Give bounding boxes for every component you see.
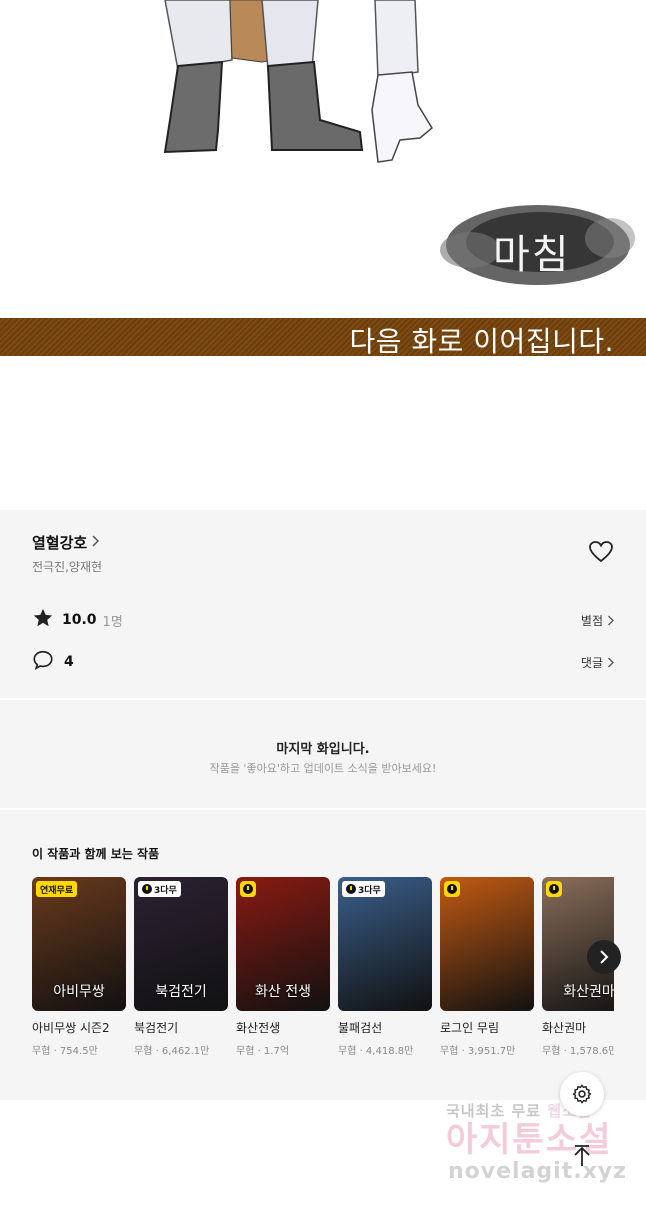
wait-free-badge: 3다무 <box>342 881 385 897</box>
recommendation-title: 불패검선 <box>338 1021 383 1035</box>
wait-free-badge <box>546 881 562 897</box>
watermark: 국내최초 무료 웹소설 아지툰소설 novelagit.xyz <box>430 1100 640 1184</box>
recommendation-cover: 3다무북검전기 <box>134 877 228 1011</box>
next-episode-banner: 다음 화로 이어집니다. <box>0 318 646 358</box>
watermark-line1: 국내최초 무료 <box>446 1102 542 1120</box>
cover-title: 화산권마 <box>563 984 614 1000</box>
recommendation-cover <box>440 877 534 1011</box>
recommendation-card[interactable]: 3다무불패검선무협 · 4,418.8만 <box>338 877 432 1057</box>
rating-row: 10.0 1명 별점 <box>32 608 614 632</box>
recommendation-meta: 무협 · 754.5만 <box>32 1046 98 1057</box>
recommendation-card[interactable]: 연재무료아비무쌍아비무쌍 시즌2 무협 · 754.5만 <box>32 877 126 1057</box>
recommendation-meta: 무협 · 3,951.7만 <box>440 1046 516 1057</box>
wait-free-badge <box>444 881 460 897</box>
last-episode-section: 마지막 화입니다. 작품을 '좋아요'하고 업데이트 소식을 받아보세요! <box>0 700 646 808</box>
star-icon <box>32 607 54 633</box>
recommendation-title: 아비무쌍 시즌2 <box>32 1021 110 1035</box>
work-title: 열혈강호 <box>32 534 88 552</box>
scroll-top-button[interactable] <box>566 1140 598 1172</box>
comment-link[interactable]: 댓글 <box>581 654 614 671</box>
finish-text: 마침 <box>493 232 571 278</box>
clock-icon <box>447 884 457 894</box>
watermark-line3: novelagit.xyz <box>448 1159 627 1184</box>
cover-title: 아비무쌍 <box>53 984 105 1000</box>
recommendation-meta: 무협 · 4,418.8만 <box>338 1046 414 1057</box>
clock-icon <box>549 884 559 894</box>
arrow-up-icon <box>574 1145 590 1166</box>
recommendation-cover: 화산 전생 <box>236 877 330 1011</box>
recommendation-cover: 연재무료아비무쌍 <box>32 877 126 1011</box>
last-episode-title: 마지막 화입니다. <box>276 742 370 757</box>
chevron-right-icon <box>608 657 614 667</box>
recommendation-meta: 무협 · 1.7억 <box>236 1046 290 1057</box>
settings-button[interactable] <box>560 1072 604 1116</box>
rate-link[interactable]: 별점 <box>581 612 614 629</box>
comment-row: 4 댓글 <box>32 650 614 674</box>
recommendation-title: 화산전생 <box>236 1021 281 1035</box>
recommendation-card[interactable]: 3다무 북검전기 북검전기 무협 · 6,462.1만 <box>134 877 228 1057</box>
comic-panel: 마침 다음 화로 이어집니다. <box>0 0 646 510</box>
recommendation-title: 로그인 무림 <box>440 1021 500 1035</box>
recommendations-section: 이 작품과 함께 보는 작품 연재무료아비무쌍아비무쌍 시즌2 무협 · 754.… <box>0 810 646 1100</box>
work-authors: 전극진,양재현 <box>32 560 103 574</box>
clock-icon <box>346 884 356 894</box>
comment-bubble-icon <box>32 649 54 675</box>
work-info-section: 열혈강호 전극진,양재현 10.0 1명 별점 4 댓글 <box>0 510 646 698</box>
wait-free-badge <box>240 881 256 897</box>
free-badge: 연재무료 <box>36 881 78 897</box>
clock-icon <box>243 884 253 894</box>
gear-icon <box>572 1084 592 1104</box>
recommendation-cover: 3다무 <box>338 877 432 1011</box>
comment-count: 4 <box>64 654 74 670</box>
recommendation-meta: 무협 · 1,578.6만 <box>542 1046 614 1057</box>
like-heart-icon[interactable] <box>588 540 614 564</box>
chevron-right-icon <box>608 615 614 625</box>
viewer-page: 마침 다음 화로 이어집니다. 열혈강호 전극진,양재현 10.0 1명 별점 <box>0 0 646 1217</box>
cover-title: 화산 전생 <box>255 984 311 1000</box>
chevron-right-icon <box>91 534 100 551</box>
recommendation-title: 화산권마 <box>542 1021 587 1035</box>
comment-link-label: 댓글 <box>580 655 603 670</box>
badge-label: 3다무 <box>358 885 381 896</box>
recommendation-card[interactable]: 로그인 무림무협 · 3,951.7만 <box>440 877 534 1057</box>
rating-value: 10.0 <box>62 612 97 628</box>
clock-icon <box>142 884 152 894</box>
cover-title: 북검전기 <box>155 984 207 1000</box>
last-episode-subtitle: 작품을 '좋아요'하고 업데이트 소식을 받아보세요! <box>209 762 437 775</box>
work-title-link[interactable]: 열혈강호 <box>32 532 100 553</box>
recommendations-heading: 이 작품과 함께 보는 작품 <box>32 847 160 861</box>
badge-label: 3다무 <box>154 885 177 896</box>
next-episode-text: 다음 화로 이어집니다. <box>349 325 614 358</box>
recommendation-card[interactable]: 화산 전생화산전생무협 · 1.7억 <box>236 877 330 1057</box>
carousel-next-button[interactable] <box>587 940 621 974</box>
recommendation-title: 북검전기 <box>134 1021 179 1035</box>
rating-count: 1명 <box>102 614 123 630</box>
recommendation-meta: 무협 · 6,462.1만 <box>134 1046 210 1057</box>
wait-free-badge: 3다무 <box>138 881 181 897</box>
recommendation-carousel: 연재무료 아비무쌍 아비무쌍 시즌2 무협 · 754.5만 3다무 북검전기 북검전기 무협… <box>32 877 614 1067</box>
chevron-right-icon <box>600 950 609 964</box>
rate-link-label: 별점 <box>580 613 603 628</box>
watermark-line2: 아지툰소설 <box>446 1120 613 1160</box>
